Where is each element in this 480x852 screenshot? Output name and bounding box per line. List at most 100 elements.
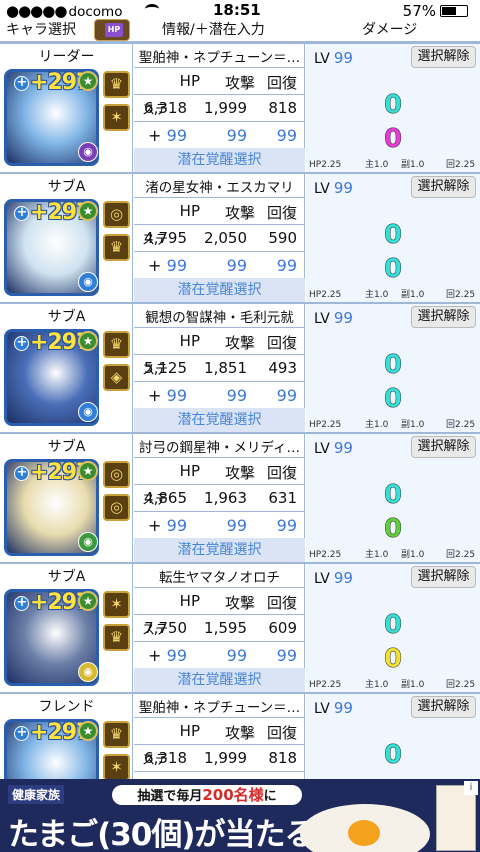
character-cell: リーダー + +297 ★ ◉ ♛ ✶ — [0, 44, 133, 172]
plus-label: + — [148, 126, 162, 145]
plus-rcv-input[interactable]: 99 — [277, 516, 297, 535]
plus-hp-input[interactable]: 99 — [167, 126, 187, 145]
ad-campaign: 抽選で毎月200名様に — [112, 785, 302, 805]
stat-row: ステ 7,750 1,595 609 — [134, 614, 305, 640]
level-value[interactable]: 99 — [334, 569, 353, 587]
plus-atk-input[interactable]: 99 — [227, 386, 247, 405]
ad-info-icon[interactable]: i — [464, 781, 478, 795]
plus-orb-icon: + — [14, 76, 29, 91]
water-orb-icon: ◉ — [78, 402, 98, 422]
hp-multiplier: HP2.25 — [309, 160, 342, 170]
info-cell: 討弓の鋼星神・メリディ… HP 攻撃 回復 ステ 4,865 1,963 631… — [134, 434, 305, 562]
plus-atk-input[interactable]: 99 — [227, 126, 247, 145]
awakening-icon[interactable]: ♛ — [103, 71, 130, 98]
level-value[interactable]: 99 — [334, 309, 353, 327]
awakening-icon[interactable]: ◎ — [103, 461, 130, 488]
hp-filter-icon[interactable]: HP — [94, 19, 130, 41]
latent-awakening-button[interactable]: 潜在覚醒選択 — [134, 668, 305, 692]
latent-awakening-button[interactable]: 潜在覚醒選択 — [134, 538, 305, 562]
damage-cell: LV 99 選択解除 0 0 HP2.25 主1.0 副1.0 回2.25 — [306, 434, 480, 562]
plus-rcv-input[interactable]: 99 — [277, 646, 297, 665]
main-multiplier: 主1.0 — [365, 420, 389, 430]
awakening-icon[interactable]: ♛ — [103, 331, 130, 358]
release-button[interactable]: 選択解除 — [411, 176, 476, 198]
slot-role: サブA — [47, 569, 86, 585]
hp-label: HP — [179, 72, 200, 90]
stat-header-row: HP 攻撃 回復 — [134, 457, 305, 483]
plus-rcv-input[interactable]: 99 — [277, 256, 297, 275]
plus-row: + 99 99 99 — [134, 121, 305, 147]
level-value[interactable]: 99 — [334, 699, 353, 717]
rcv-multiplier: 回2.25 — [446, 550, 476, 560]
awakening-icon[interactable]: ♛ — [103, 624, 130, 651]
latent-awakening-button[interactable]: 潜在覚醒選択 — [134, 408, 305, 432]
awakening-icon[interactable]: ◎ — [103, 494, 130, 521]
awakening-icon[interactable]: ◈ — [103, 364, 130, 391]
main-multiplier: 主1.0 — [365, 290, 389, 300]
release-button[interactable]: 選択解除 — [411, 436, 476, 458]
awakening-icon[interactable]: ♛ — [103, 234, 130, 261]
level-field[interactable]: LV 99 — [314, 49, 353, 67]
plus-atk-input[interactable]: 99 — [227, 646, 247, 665]
plus-hp-input[interactable]: 99 — [167, 516, 187, 535]
rcv-label: 回復 — [266, 464, 297, 482]
plus-row: + 99 99 99 — [134, 511, 305, 537]
plus-hp-input[interactable]: 99 — [167, 646, 187, 665]
monster-name: 聖舶神・ネプチューン＝… — [138, 50, 301, 66]
level-field[interactable]: LV 99 — [314, 309, 353, 327]
ad-banner[interactable]: 健康家族 抽選で毎月200名様に たまご(30個)が当たる! i — [0, 779, 480, 852]
awakening-icon[interactable]: ✶ — [103, 104, 130, 131]
level-field[interactable]: LV 99 — [314, 569, 353, 587]
atk-label: 攻撃 — [224, 594, 255, 612]
plus-orb-icon: + — [14, 206, 29, 221]
slot-role: フレンド — [38, 699, 95, 715]
stat-row: ステ 6,318 1,999 818 — [134, 94, 305, 120]
atk-value: 2,050 — [204, 229, 247, 247]
rcv-value: 609 — [268, 619, 297, 637]
stat-row: ステ 4,865 1,963 631 — [134, 484, 305, 510]
hp-label: HP — [179, 462, 200, 480]
sub-multiplier: 副1.0 — [401, 550, 425, 560]
rcv-value: 818 — [268, 99, 297, 117]
atk-label: 攻撃 — [224, 334, 255, 352]
hp-label: HP — [179, 592, 200, 610]
awakening-icon[interactable]: ✶ — [103, 591, 130, 618]
atk-value: 1,999 — [204, 749, 247, 767]
awakening-icon[interactable]: ♛ — [103, 721, 130, 748]
sub-multiplier: 副1.0 — [401, 160, 425, 170]
plus-label: + — [148, 256, 162, 275]
info-cell: 渚の星女神・エスカマリ HP 攻撃 回復 ステ 4,795 2,050 590 … — [134, 174, 305, 302]
release-button[interactable]: 選択解除 — [411, 46, 476, 68]
level-field[interactable]: LV 99 — [314, 439, 353, 457]
level-value[interactable]: 99 — [334, 49, 353, 67]
plus-label: + — [148, 516, 162, 535]
team-row: サブA + +297 ★ ◉ ◎ ♛ 渚の星女神・エスカマリ HP 攻撃 回復 ス… — [0, 172, 480, 302]
slot-role: リーダー — [38, 49, 95, 65]
damage-main: 0 — [383, 90, 403, 121]
plus-atk-input[interactable]: 99 — [227, 516, 247, 535]
plus-rcv-input[interactable]: 99 — [277, 386, 297, 405]
plus-rcv-input[interactable]: 99 — [277, 126, 297, 145]
release-button[interactable]: 選択解除 — [411, 306, 476, 328]
plus-hp-input[interactable]: 99 — [167, 386, 187, 405]
level-field[interactable]: LV 99 — [314, 179, 353, 197]
atk-label: 攻撃 — [224, 464, 255, 482]
plus-atk-input[interactable]: 99 — [227, 256, 247, 275]
header-damage: ダメージ — [362, 22, 418, 38]
release-button[interactable]: 選択解除 — [411, 696, 476, 718]
level-value[interactable]: 99 — [334, 179, 353, 197]
rcv-value: 590 — [268, 229, 297, 247]
plus-hp-input[interactable]: 99 — [167, 256, 187, 275]
status-bar: ●●●●● docomo 18:51 57% — [0, 0, 480, 20]
latent-awakening-button[interactable]: 潜在覚醒選択 — [134, 148, 305, 172]
header-char-select[interactable]: キャラ選択 — [6, 19, 76, 39]
rcv-multiplier: 回2.25 — [446, 420, 476, 430]
awakening-icon[interactable]: ✶ — [103, 754, 130, 781]
light-orb-icon: ◉ — [78, 662, 98, 682]
dark-orb-icon: ◉ — [78, 142, 98, 162]
release-button[interactable]: 選択解除 — [411, 566, 476, 588]
level-field[interactable]: LV 99 — [314, 699, 353, 717]
latent-awakening-button[interactable]: 潜在覚醒選択 — [134, 278, 305, 302]
awakening-icon[interactable]: ◎ — [103, 201, 130, 228]
level-value[interactable]: 99 — [334, 439, 353, 457]
